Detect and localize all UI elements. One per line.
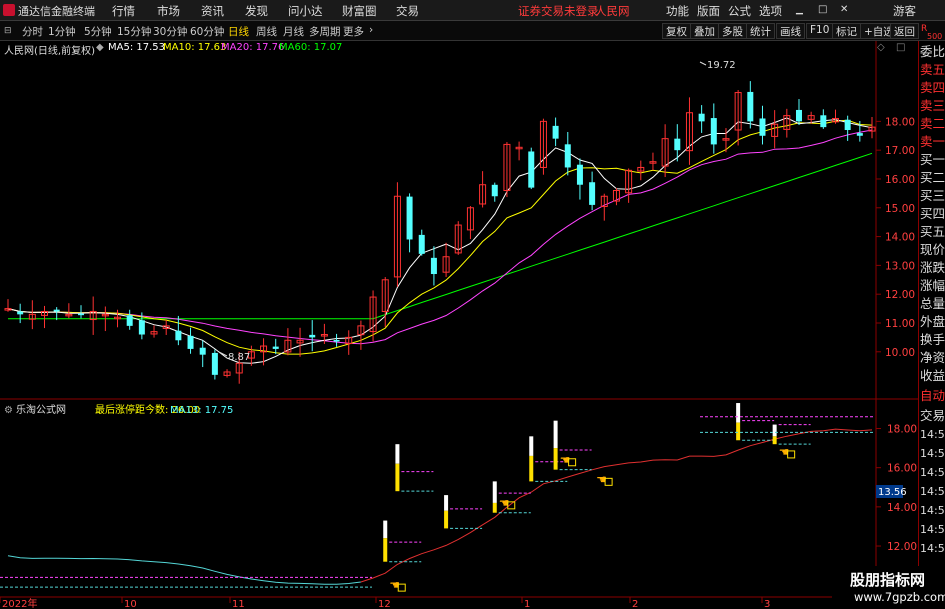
candle-body (430, 257, 437, 275)
candlestick-series (4, 81, 876, 384)
ma20-line (7, 129, 873, 345)
candle-body (710, 118, 717, 145)
indicator-series: ☚☚☚☚☚ (0, 403, 875, 592)
candle-body (759, 118, 766, 136)
candle-body (576, 164, 583, 185)
signal-bar-yellow (772, 436, 777, 445)
candle-body (211, 352, 218, 375)
indicator-current-value: 13.56 (878, 487, 907, 498)
date-tick-label: 2 (632, 599, 638, 609)
candle-body (491, 184, 498, 197)
candle-body (589, 182, 596, 205)
price-tick-label: 13.00 (885, 260, 915, 272)
date-tick-label: 3 (764, 599, 770, 609)
candle-body (53, 309, 60, 312)
signal-bar-yellow (736, 422, 741, 441)
signal-bar-white (553, 420, 558, 449)
signal-bar-yellow (444, 510, 449, 529)
sidebar-auto[interactable]: 自动 (920, 385, 945, 407)
ma20-polyline (7, 129, 873, 345)
candle-body (747, 91, 754, 122)
price-tick-label: 16.00 (885, 174, 915, 186)
indicator-tick-label: 12.00 (887, 541, 917, 553)
indicator-tick-label: 18.00 (887, 424, 917, 436)
signal-bar-white (772, 424, 777, 437)
indicator-tick-label: 16.00 (887, 463, 917, 475)
candle-body (78, 313, 85, 316)
date-axis: 2022年 10 11 12 1 2 3 (0, 597, 770, 609)
indicator-ma13-segment (360, 428, 873, 583)
candle-body (856, 133, 863, 136)
date-tick-label: 1 (524, 599, 530, 609)
candle-body (309, 334, 316, 338)
candle-body (406, 196, 413, 240)
candle-body (564, 144, 571, 168)
watermark: 股朋指标网 www.7gpzb.com (832, 566, 945, 609)
price-tick-label: 12.00 (885, 289, 915, 301)
candle-body (674, 138, 681, 151)
candle-body (272, 346, 279, 349)
ma5-line (7, 117, 873, 364)
date-tick-label: 2022年 (2, 597, 37, 609)
quote-sidebar: R 500 委比 卖五 卖四 卖三 卖二 卖一 买一 买二 买三 买四 买五 现价 涨跌 涨幅 总量 外盘 换手… (918, 24, 945, 609)
date-tick-label: 12 (378, 599, 391, 609)
price-tick-label: 18.00 (885, 116, 915, 128)
candle-body (199, 347, 206, 355)
candle-body (528, 151, 535, 188)
candle-body (552, 125, 559, 139)
candle-body (187, 335, 194, 349)
candle-body (418, 234, 425, 254)
signal-bar-white (383, 520, 388, 539)
signal-bar-yellow (383, 538, 388, 562)
candle-body (126, 315, 133, 326)
signal-bar-white (492, 481, 497, 503)
candle-body (333, 339, 340, 342)
sidebar-lower-item-7[interactable]: 14:56 (920, 538, 945, 560)
ma5-polyline (7, 117, 873, 364)
low-annotation: 8.87 (228, 352, 250, 363)
price-axis: 18.00 17.00 16.00 15.00 14.00 13.00 12.00 11.00… (876, 116, 915, 359)
price-chart[interactable]: 18.00 17.00 16.00 15.00 14.00 13.00 12.00 11.00… (0, 0, 918, 609)
candle-body (698, 113, 705, 122)
candle-body (795, 109, 802, 122)
indicator-tick-label: 14.00 (887, 502, 917, 514)
indicator-title: 乐淘公式网 (16, 403, 66, 416)
signal-bar-yellow (529, 455, 534, 482)
sidebar-num: 500 (927, 32, 943, 41)
price-tick-label: 15.00 (885, 203, 915, 215)
candle-body (175, 330, 182, 341)
high-annotation: 19.72 (707, 60, 736, 71)
date-tick-label: 11 (232, 599, 245, 609)
ma60-line (8, 152, 873, 320)
signal-bar-yellow (395, 463, 400, 492)
price-tick-label: 10.00 (885, 347, 915, 359)
indicator-ma13-value: MA13: 17.75 (170, 405, 233, 416)
watermark-url: www.7gpzb.com (854, 590, 945, 604)
price-tick-label: 14.00 (885, 232, 915, 244)
signal-bar-yellow (553, 448, 558, 470)
signal-bar-white (736, 403, 741, 423)
date-tick-label: 10 (124, 599, 137, 609)
signal-bar-yellow (492, 502, 497, 513)
candle-body (17, 311, 24, 315)
indicator-ma13-segment (7, 555, 361, 585)
price-tick-label: 11.00 (885, 318, 915, 330)
signal-bar-white (444, 495, 449, 511)
watermark-title: 股朋指标网 (850, 571, 926, 589)
signal-bar-white (395, 444, 400, 464)
candle-body (820, 115, 827, 128)
price-tick-label: 17.00 (885, 145, 915, 157)
signal-bar-white (529, 436, 534, 456)
gear-icon[interactable]: ⚙ (4, 405, 13, 416)
candle-body (138, 320, 145, 335)
ma60-polyline (8, 152, 873, 320)
candle-body (844, 119, 851, 131)
